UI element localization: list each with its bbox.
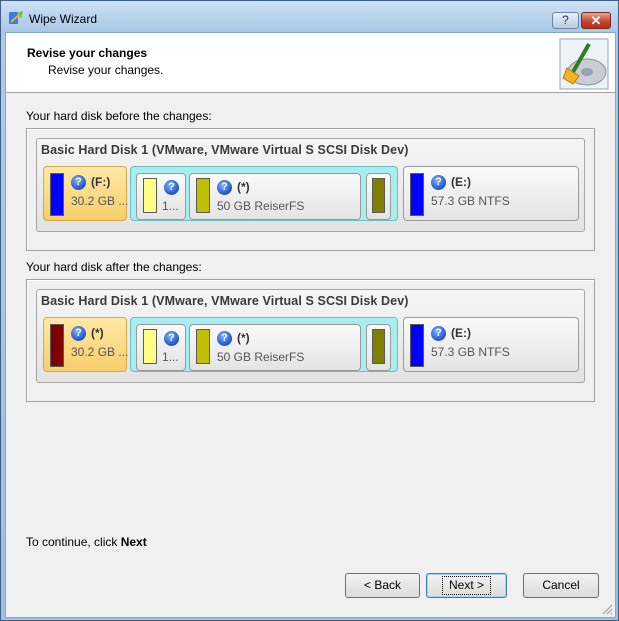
partition-label: (F:)	[91, 175, 111, 189]
partition-e[interactable]: ? (E:) 57.3 GB NTFS	[403, 166, 579, 221]
partition-logical-2[interactable]: ? (*) 50 GB ReiserFS	[189, 173, 361, 220]
disk-title: Basic Hard Disk 1 (VMware, VMware Virtua…	[41, 294, 409, 308]
question-icon: ?	[217, 331, 232, 346]
partition-logical-1[interactable]: ? 1...	[136, 173, 186, 220]
disk-broom-icon	[559, 38, 609, 90]
question-icon: ?	[431, 326, 446, 341]
help-button[interactable]: ?	[552, 12, 579, 29]
partition-size: 50 GB ReiserFS	[217, 350, 305, 364]
continue-next-word: Next	[120, 535, 147, 549]
partition-label: (E:)	[451, 326, 471, 340]
partition-color-bar	[196, 329, 210, 364]
page-title: Revise your changes	[27, 46, 148, 60]
partition-size: 57.3 GB NTFS	[431, 345, 510, 359]
partition-color-bar	[410, 173, 424, 216]
before-panel: Basic Hard Disk 1 (VMware, VMware Virtua…	[26, 128, 595, 251]
disk-title: Basic Hard Disk 1 (VMware, VMware Virtua…	[41, 143, 409, 157]
partition-color-bar	[143, 178, 157, 213]
partition-wiped[interactable]: ? (*) 30.2 GB ...	[43, 317, 129, 372]
after-label: Your hard disk after the changes:	[26, 260, 202, 274]
close-icon: ✕	[590, 13, 602, 28]
partition-size: 57.3 GB NTFS	[431, 194, 510, 208]
partition-label: (E:)	[451, 175, 471, 189]
next-button[interactable]: Next >	[426, 573, 507, 598]
title-bar: Wipe Wizard ? ✕	[1, 1, 618, 32]
extended-partition[interactable]: ? 1... ? (*) 50 GB ReiserFS	[130, 166, 398, 221]
partition-color-bar	[143, 329, 157, 364]
partition-color-bar	[372, 329, 385, 364]
help-icon: ?	[562, 13, 569, 27]
partition-color-bar	[410, 324, 424, 367]
question-icon: ?	[431, 175, 446, 190]
window-title: Wipe Wizard	[29, 12, 98, 26]
question-icon: ?	[71, 326, 86, 341]
partition-logical-3[interactable]	[366, 324, 391, 371]
partition-color-bar	[50, 173, 64, 216]
partition-label: (*)	[91, 326, 104, 340]
back-button[interactable]: < Back	[345, 573, 420, 598]
partition-logical-3[interactable]	[366, 173, 391, 220]
disk-map-before: Basic Hard Disk 1 (VMware, VMware Virtua…	[36, 138, 585, 232]
partition-size: 1...	[162, 350, 179, 364]
continue-prefix: To continue, click	[26, 535, 121, 549]
partition-label: (*)	[237, 180, 250, 194]
partition-logical-1[interactable]: ? 1...	[136, 324, 186, 371]
wizard-client-area: Revise your changes Revise your changes.…	[5, 32, 616, 618]
question-icon: ?	[164, 180, 179, 195]
before-label: Your hard disk before the changes:	[26, 109, 212, 123]
partition-label: (*)	[237, 331, 250, 345]
question-icon: ?	[217, 180, 232, 195]
cancel-button[interactable]: Cancel	[523, 573, 599, 598]
partition-color-bar	[372, 178, 385, 213]
after-panel: Basic Hard Disk 1 (VMware, VMware Virtua…	[26, 279, 595, 402]
partition-color-bar	[50, 324, 64, 367]
page-subtitle: Revise your changes.	[48, 63, 164, 77]
partition-logical-2[interactable]: ? (*) 50 GB ReiserFS	[189, 324, 361, 371]
continue-instruction: To continue, click Next	[26, 535, 147, 549]
partition-size: 1...	[162, 199, 179, 213]
question-icon: ?	[164, 331, 179, 346]
wizard-header: Revise your changes Revise your changes.	[6, 33, 615, 93]
partition-e[interactable]: ? (E:) 57.3 GB NTFS	[403, 317, 579, 372]
partition-size: 30.2 GB ...	[71, 194, 129, 208]
question-icon: ?	[71, 175, 86, 190]
wipe-wizard-app-icon	[9, 11, 23, 24]
resize-grip-icon[interactable]	[601, 603, 613, 615]
extended-partition[interactable]: ? 1... ? (*) 50 GB ReiserFS	[130, 317, 398, 372]
partition-color-bar	[196, 178, 210, 213]
disk-map-after: Basic Hard Disk 1 (VMware, VMware Virtua…	[36, 289, 585, 383]
partition-f[interactable]: ? (F:) 30.2 GB ...	[43, 166, 129, 221]
wipe-wizard-window: Wipe Wizard ? ✕ Revise your changes Revi…	[0, 0, 619, 621]
partition-size: 30.2 GB ...	[71, 345, 129, 359]
close-button[interactable]: ✕	[581, 12, 611, 29]
partition-size: 50 GB ReiserFS	[217, 199, 305, 213]
